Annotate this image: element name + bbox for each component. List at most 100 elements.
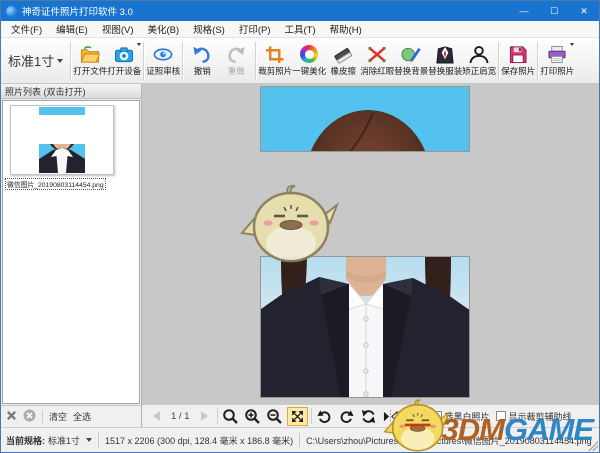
next-page-icon[interactable] bbox=[195, 407, 214, 426]
menu-help[interactable]: 帮助(H) bbox=[323, 22, 369, 36]
crop-photo-button[interactable]: 裁剪照片 bbox=[258, 40, 292, 82]
toolbar-separator bbox=[537, 41, 539, 80]
zoom-out-icon[interactable] bbox=[265, 407, 284, 426]
menu-spec[interactable]: 规格(S) bbox=[186, 22, 232, 36]
viewer-separator bbox=[310, 408, 312, 424]
resize-grip[interactable] bbox=[588, 441, 598, 451]
open-device-button[interactable]: 打开设备 bbox=[107, 40, 141, 82]
crop-icon bbox=[263, 44, 287, 64]
replace-clothes-label: 替换服装 bbox=[428, 66, 463, 76]
viewer-separator bbox=[216, 408, 218, 424]
bw-checkbox-label: 转黑白照片 bbox=[444, 411, 490, 422]
one-key-beautify-button[interactable]: 一键美化 bbox=[292, 40, 326, 82]
menu-view[interactable]: 视图(V) bbox=[95, 22, 141, 36]
remove-all-icon[interactable] bbox=[23, 409, 36, 424]
app-logo-icon bbox=[6, 5, 17, 17]
photo-top-segment bbox=[260, 86, 470, 152]
app-window: 神奇证件照片打印软件 3.0 — ☐ ✕ 文件(F) 编辑(E) 视图(V) 美… bbox=[0, 0, 600, 453]
window-controls: — ☐ ✕ bbox=[509, 1, 599, 21]
photo-bottom-segment bbox=[260, 256, 470, 398]
window-title: 神奇证件照片打印软件 3.0 bbox=[22, 7, 133, 18]
open-device-label: 打开设备 bbox=[107, 66, 142, 76]
face-censor-overlay bbox=[14, 115, 110, 144]
guides-checkbox[interactable]: 显示裁剪辅助线 bbox=[495, 410, 572, 423]
maximize-button[interactable]: ☐ bbox=[539, 1, 569, 21]
replace-background-button[interactable]: 替换背景 bbox=[394, 40, 428, 82]
menu-beautify[interactable]: 美化(B) bbox=[140, 22, 186, 36]
page-indicator: 1 / 1 bbox=[171, 410, 190, 422]
replace-clothes-button[interactable]: 替换服装 bbox=[428, 40, 462, 82]
open-file-button[interactable]: 打开文件 bbox=[73, 40, 107, 82]
photo-list-panel: 照片列表 (双击打开) 微信图片_20190803114454.png 清空 全… bbox=[1, 84, 142, 427]
zoom-actual-icon[interactable] bbox=[221, 407, 240, 426]
toolbar-separator bbox=[255, 41, 257, 80]
remove-red-eye-button[interactable]: 消除红眼 bbox=[360, 40, 394, 82]
undo-button[interactable]: 撤销 bbox=[185, 40, 219, 82]
redo-button[interactable]: 重做 bbox=[219, 40, 253, 82]
title-bar: 神奇证件照片打印软件 3.0 — ☐ ✕ bbox=[1, 1, 599, 21]
id-review-label: 证照审核 bbox=[146, 66, 181, 76]
shoulder-correct-label: 矫正肩宽 bbox=[462, 66, 497, 76]
photo-list-header: 照片列表 (双击打开) bbox=[1, 84, 141, 99]
menu-tools[interactable]: 工具(T) bbox=[278, 22, 323, 36]
menu-file[interactable]: 文件(F) bbox=[4, 22, 49, 36]
shoulder-correct-button[interactable]: 矫正肩宽 bbox=[462, 40, 496, 82]
viewer-separator bbox=[424, 408, 426, 424]
rotate-left-icon[interactable] bbox=[315, 407, 334, 426]
save-photo-button[interactable]: 保存照片 bbox=[501, 40, 535, 82]
flip-horizontal-icon[interactable] bbox=[381, 407, 400, 426]
replace-clothes-icon bbox=[433, 44, 457, 64]
main-toolbar: 标准1寸 打开文件 打开设备 证照审核 撤销 重做 裁剪照片 一键美化 橡皮擦 … bbox=[1, 38, 599, 84]
prev-page-icon[interactable] bbox=[147, 407, 166, 426]
file-path: C:\Users\zhou\Pictures\Saved Pictures\微信… bbox=[306, 435, 592, 446]
flip-vertical-icon[interactable] bbox=[403, 407, 422, 426]
replace-background-label: 替换背景 bbox=[394, 66, 429, 76]
eraser-icon bbox=[331, 44, 355, 64]
status-separator bbox=[299, 433, 301, 447]
print-photo-button[interactable]: 打印照片 bbox=[540, 40, 574, 82]
menu-edit[interactable]: 编辑(E) bbox=[49, 22, 95, 36]
clear-list-button[interactable]: 清空 bbox=[49, 410, 67, 423]
camera-icon bbox=[112, 44, 136, 64]
checkbox-icon bbox=[431, 411, 442, 421]
toolbar-separator bbox=[498, 41, 500, 80]
shoulder-correct-icon bbox=[467, 44, 491, 64]
id-review-button[interactable]: 证照审核 bbox=[146, 40, 180, 82]
save-photo-label: 保存照片 bbox=[501, 66, 536, 76]
viewer-toolbar: 1 / 1 转黑白照片 显示裁剪辅助线 bbox=[142, 404, 599, 427]
one-key-beautify-label: 一键美化 bbox=[292, 66, 327, 76]
current-spec-dropdown[interactable]: 当前规格: 标准1寸 bbox=[6, 434, 93, 447]
photo-list[interactable]: 微信图片_20190803114454.png bbox=[2, 100, 140, 404]
eraser-button[interactable]: 橡皮擦 bbox=[326, 40, 360, 82]
fit-to-window-button[interactable] bbox=[286, 406, 308, 426]
minimize-button[interactable]: — bbox=[509, 1, 539, 21]
menu-print[interactable]: 打印(P) bbox=[232, 22, 278, 36]
guides-checkbox-label: 显示裁剪辅助线 bbox=[508, 411, 572, 422]
toolbar-separator bbox=[143, 41, 145, 80]
print-photo-label: 打印照片 bbox=[540, 66, 575, 76]
printer-icon bbox=[545, 44, 569, 64]
chevron-down-icon bbox=[570, 42, 575, 46]
close-button[interactable]: ✕ bbox=[569, 1, 599, 21]
color-wheel-icon bbox=[297, 44, 321, 64]
thumbnail-filename[interactable]: 微信图片_20190803114454.png bbox=[5, 178, 106, 190]
redo-label: 重做 bbox=[227, 66, 245, 76]
chevron-down-icon bbox=[86, 438, 93, 442]
delete-photo-icon[interactable] bbox=[6, 410, 17, 423]
footer-separator bbox=[42, 409, 43, 424]
select-all-button[interactable]: 全选 bbox=[73, 410, 91, 423]
zoom-in-icon[interactable] bbox=[243, 407, 262, 426]
chevron-down-icon bbox=[57, 58, 64, 63]
undo-label: 撤销 bbox=[193, 66, 211, 76]
rotate-right-icon[interactable] bbox=[337, 407, 356, 426]
bw-checkbox[interactable]: 转黑白照片 bbox=[431, 410, 490, 423]
main-area: 照片列表 (双击打开) 微信图片_20190803114454.png 清空 全… bbox=[1, 84, 599, 427]
rotate-180-icon[interactable] bbox=[359, 407, 378, 426]
menu-bar: 文件(F) 编辑(E) 视图(V) 美化(B) 规格(S) 打印(P) 工具(T… bbox=[1, 21, 599, 38]
chevron-down-icon bbox=[137, 42, 142, 46]
photo-thumbnail[interactable] bbox=[10, 105, 114, 175]
photo-canvas[interactable] bbox=[142, 84, 599, 404]
status-bar: 当前规格: 标准1寸 1517 x 2206 (300 dpi, 128.4 毫… bbox=[1, 427, 599, 452]
spec-dropdown-button[interactable]: 标准1寸 bbox=[3, 42, 68, 80]
crop-photo-label: 裁剪照片 bbox=[258, 66, 293, 76]
